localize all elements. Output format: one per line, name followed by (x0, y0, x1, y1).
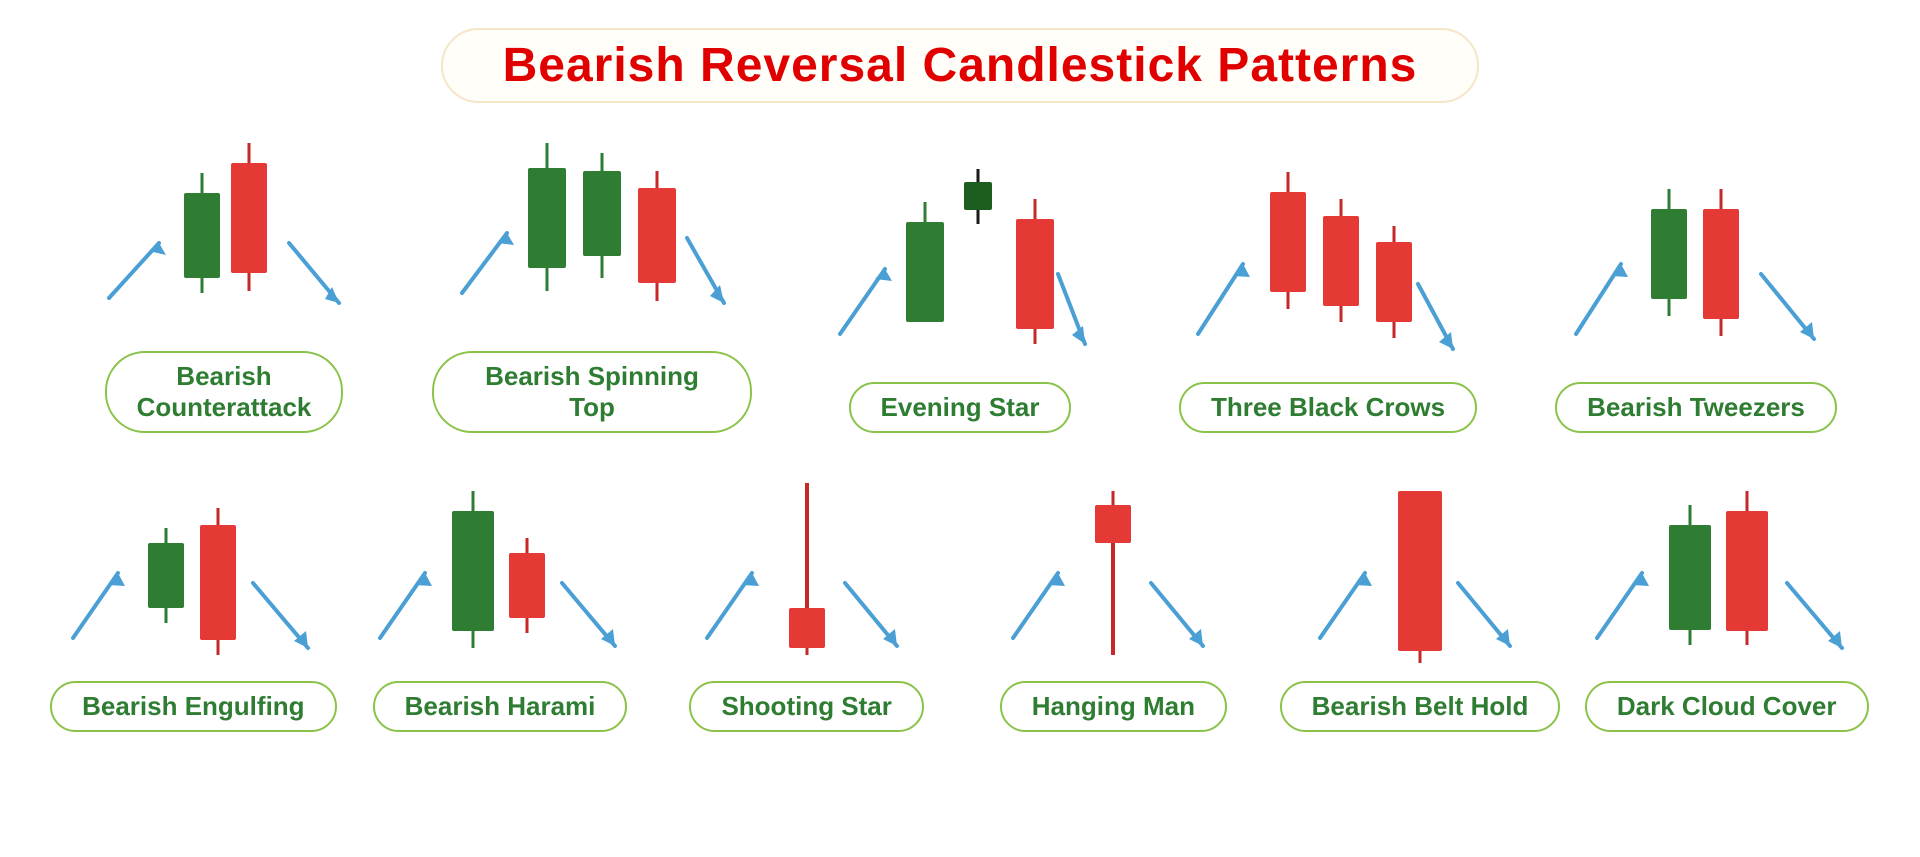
candle-svg-bearish-belt-hold (1310, 463, 1530, 673)
candle-svg-bearish-counterattack (94, 113, 354, 343)
label-three-black-crows: Three Black Crows (1179, 382, 1477, 433)
label-bearish-belt-hold: Bearish Belt Hold (1280, 681, 1561, 732)
label-shooting-star: Shooting Star (689, 681, 923, 732)
candle-svg-dark-cloud-cover (1587, 463, 1867, 673)
label-bearish-spinning-top: Bearish Spinning Top (432, 351, 752, 433)
label-evening-star: Evening Star (849, 382, 1072, 433)
pattern-row-2: Bearish Engulfing (40, 443, 1880, 742)
candle-svg-bearish-tweezers (1566, 144, 1826, 374)
pattern-bearish-belt-hold: Bearish Belt Hold (1267, 443, 1574, 732)
title-oval: Bearish Reversal Candlestick Patterns (441, 28, 1480, 103)
candle-svg-bearish-harami (370, 463, 630, 673)
title-section: Bearish Reversal Candlestick Patterns (0, 0, 1920, 103)
page: Bearish Reversal Candlestick Patterns (0, 0, 1920, 857)
pattern-bearish-counterattack: BearishCounterattack (64, 113, 384, 433)
pattern-dark-cloud-cover: Dark Cloud Cover (1573, 443, 1880, 732)
pattern-bearish-engulfing: Bearish Engulfing (40, 443, 347, 732)
candle-svg-hanging-man (1003, 463, 1223, 673)
candle-area-three-black-crows (1198, 144, 1458, 374)
pattern-bearish-spinning-top: Bearish Spinning Top (432, 113, 752, 433)
patterns-grid: BearishCounterattack (0, 113, 1920, 742)
pattern-three-black-crows: Three Black Crows (1168, 144, 1488, 433)
candle-area-hanging-man (983, 443, 1243, 673)
pattern-shooting-star: Shooting Star (653, 443, 960, 732)
label-dark-cloud-cover: Dark Cloud Cover (1585, 681, 1869, 732)
candle-area-bearish-spinning-top (462, 113, 722, 343)
pattern-evening-star: Evening Star (800, 144, 1120, 433)
candle-area-bearish-engulfing (63, 443, 323, 673)
label-bearish-counterattack: BearishCounterattack (105, 351, 344, 433)
candle-area-bearish-belt-hold (1290, 443, 1550, 673)
candle-svg-bearish-spinning-top (452, 113, 732, 343)
candle-area-bearish-harami (370, 443, 630, 673)
label-bearish-tweezers: Bearish Tweezers (1555, 382, 1837, 433)
pattern-hanging-man: Hanging Man (960, 443, 1267, 732)
candle-svg-three-black-crows (1188, 144, 1468, 374)
candle-area-shooting-star (677, 443, 937, 673)
label-bearish-engulfing: Bearish Engulfing (50, 681, 336, 732)
candle-area-bearish-tweezers (1566, 144, 1826, 374)
label-hanging-man: Hanging Man (1000, 681, 1227, 732)
candle-svg-shooting-star (697, 463, 917, 673)
pattern-bearish-tweezers: Bearish Tweezers (1536, 144, 1856, 433)
candle-area-bearish-counterattack (94, 113, 354, 343)
label-bearish-harami: Bearish Harami (373, 681, 628, 732)
candle-svg-bearish-engulfing (63, 463, 323, 673)
pattern-bearish-harami: Bearish Harami (347, 443, 654, 732)
page-title: Bearish Reversal Candlestick Patterns (503, 39, 1418, 92)
candle-area-evening-star (830, 144, 1090, 374)
candle-svg-evening-star (830, 144, 1090, 374)
pattern-row-1: BearishCounterattack (40, 113, 1880, 443)
candle-area-dark-cloud-cover (1597, 443, 1857, 673)
